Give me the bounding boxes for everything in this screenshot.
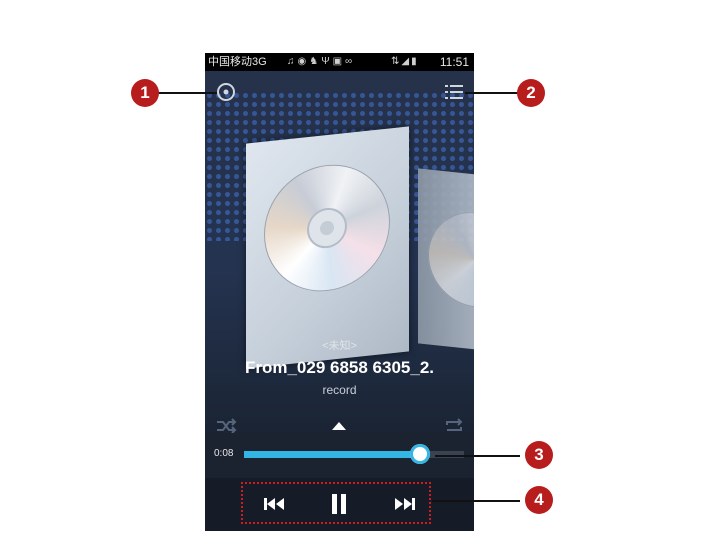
seek-area: 0:08 bbox=[205, 433, 474, 478]
callout-3-leader bbox=[435, 455, 520, 457]
seek-bar[interactable] bbox=[244, 451, 464, 458]
playback-controls-highlight bbox=[241, 482, 431, 524]
clock: 11:51 bbox=[439, 55, 469, 69]
seek-bar-fill bbox=[244, 451, 420, 458]
callout-4: 4 bbox=[525, 486, 553, 514]
callout-2-leader bbox=[465, 92, 520, 94]
callout-1-leader bbox=[157, 92, 217, 94]
voicemail-icon: ∞ bbox=[345, 56, 356, 67]
system-icons: ⇅◢▮ bbox=[391, 53, 419, 71]
disc-icon[interactable] bbox=[215, 81, 237, 103]
carrier-label: 中国移动3G bbox=[208, 56, 267, 68]
battery-icon: ▮ bbox=[411, 56, 419, 67]
artist-label: <未知> bbox=[322, 340, 357, 352]
cd-icon bbox=[264, 158, 390, 298]
album-label: record bbox=[322, 383, 357, 397]
callout-1: 1 bbox=[131, 79, 159, 107]
usb-icon: Ψ bbox=[321, 56, 333, 67]
callout-4-leader bbox=[432, 500, 520, 502]
network-icon: ⇅ bbox=[391, 56, 402, 67]
playlist-icon[interactable] bbox=[443, 81, 465, 103]
cd-icon bbox=[428, 207, 474, 313]
signal-icon: ◢ bbox=[401, 56, 412, 67]
callout-3: 3 bbox=[525, 441, 553, 469]
status-bar: 中国移动3G ♫◉♞Ψ▣∞ ⇅◢▮ 11:51 bbox=[205, 53, 474, 71]
cd-hole bbox=[309, 208, 345, 248]
track-title: From_029 6858 6305_2. bbox=[244, 358, 435, 377]
music-note-icon: ♫ bbox=[287, 56, 298, 67]
callout-2: 2 bbox=[517, 79, 545, 107]
seek-thumb[interactable] bbox=[410, 444, 430, 464]
notification-icons: ♫◉♞Ψ▣∞ bbox=[287, 53, 355, 71]
next-album-cover[interactable] bbox=[418, 168, 474, 351]
android-icon: ♞ bbox=[309, 56, 322, 67]
sync-icon: ◉ bbox=[297, 56, 310, 67]
elapsed-time: 0:08 bbox=[214, 448, 234, 459]
now-playing-panel: <未知> From_029 6858 6305_2. record bbox=[205, 71, 474, 434]
image-icon: ▣ bbox=[332, 56, 346, 67]
album-cover[interactable] bbox=[246, 126, 409, 369]
music-player-screen: 中国移动3G ♫◉♞Ψ▣∞ ⇅◢▮ 11:51 <未知> From_029 68… bbox=[205, 53, 474, 531]
